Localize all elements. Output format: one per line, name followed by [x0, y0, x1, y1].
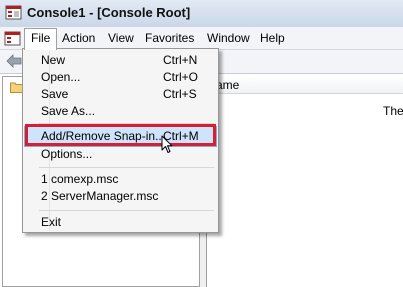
back-arrow-icon[interactable] — [6, 54, 22, 68]
menu-separator — [39, 210, 214, 211]
menu-item-save-as[interactable]: Save As... — [25, 103, 216, 120]
menu-item-options[interactable]: Options... — [25, 146, 216, 163]
menu-favorites[interactable]: Favorites — [139, 29, 200, 47]
menu-item-label: Save — [41, 87, 69, 101]
mmc-console-icon — [5, 5, 22, 20]
mouse-cursor-icon — [161, 135, 173, 153]
title-bar: Console1 - [Console Root] — [0, 0, 403, 28]
menu-item-new[interactable]: New Ctrl+N — [25, 52, 216, 69]
mmc-console-icon[interactable] — [4, 30, 21, 46]
column-header-label: ame — [216, 78, 240, 92]
result-pane-text: Ther — [383, 104, 403, 118]
menu-item-label: Save As... — [41, 104, 96, 118]
menu-separator — [39, 167, 214, 168]
menu-item-shortcut: Ctrl+O — [163, 70, 199, 84]
window-title: Console1 - [Console Root] — [27, 5, 191, 20]
name-column-header[interactable]: ame — [206, 76, 403, 94]
menu-file[interactable]: File — [24, 28, 58, 50]
menu-action[interactable]: Action — [56, 29, 101, 47]
menu-help[interactable]: Help — [254, 29, 291, 47]
menu-item-label: Exit — [41, 215, 62, 229]
highlight-annotation-box — [25, 124, 216, 146]
menu-item-label: 1 comexp.msc — [41, 172, 119, 186]
menu-item-label: Options... — [41, 147, 93, 161]
menu-item-label: New — [41, 53, 66, 67]
menu-window[interactable]: Window — [201, 29, 256, 47]
menu-view[interactable]: View — [102, 29, 140, 47]
menu-item-label: 2 ServerManager.msc — [41, 189, 159, 203]
menu-item-label: Open... — [41, 70, 81, 84]
menu-item-shortcut: Ctrl+N — [163, 53, 198, 67]
menu-item-recent-2[interactable]: 2 ServerManager.msc — [25, 188, 216, 205]
menu-item-recent-1[interactable]: 1 comexp.msc — [25, 171, 216, 188]
menu-item-shortcut: Ctrl+S — [163, 87, 197, 101]
menu-item-exit[interactable]: Exit — [25, 214, 216, 231]
menu-item-save[interactable]: Save Ctrl+S — [25, 86, 216, 103]
menu-bar: File Action View Favorites Window Help — [0, 27, 403, 50]
menu-item-open[interactable]: Open... Ctrl+O — [25, 69, 216, 86]
